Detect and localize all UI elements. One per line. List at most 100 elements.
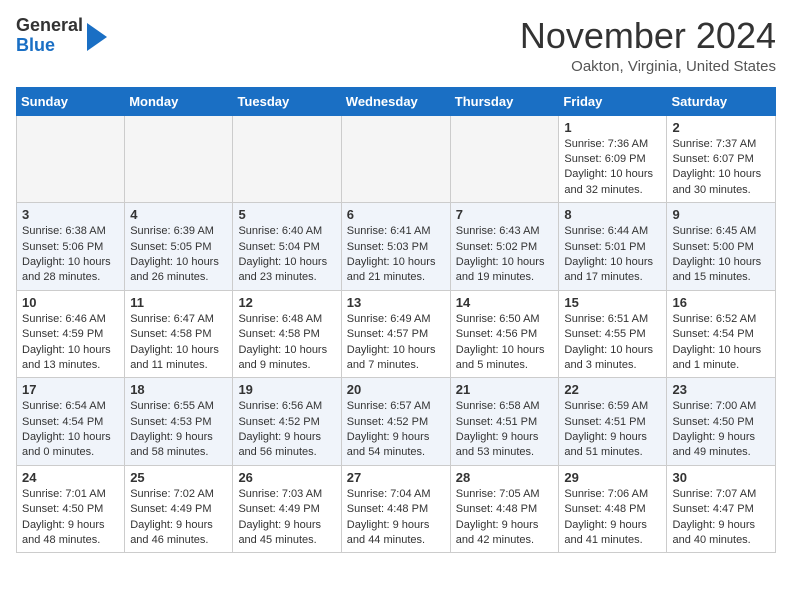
- calendar-cell: 4 Sunrise: 6:39 AM Sunset: 5:05 PM Daylig…: [125, 203, 233, 291]
- calendar-cell: 7Sunrise: 6:43 AM Sunset: 5:02 PM Daylig…: [450, 203, 559, 291]
- location-subtitle: Oakton, Virginia, United States: [520, 58, 776, 75]
- calendar-cell: 11 Sunrise: 6:47 AM Sunset: 4:58 PM Dayli…: [125, 290, 233, 378]
- day-number: 2: [672, 120, 770, 135]
- calendar-cell: 6 Sunrise: 6:41 AM Sunset: 5:03 PM Daylig…: [341, 203, 450, 291]
- day-info: Sunrise: 6:47 AM Sunset: 4:58 PM Dayligh…: [130, 312, 227, 374]
- calendar-cell: 17 Sunrise: 6:54 AM Sunset: 4:54 PM Dayli…: [17, 378, 125, 466]
- day-info: Sunrise: 7:05 AM Sunset: 4:48 PM Dayligh…: [456, 487, 554, 549]
- calendar-cell: 24 Sunrise: 7:01 AM Sunset: 4:50 PM Dayli…: [17, 465, 125, 553]
- day-number: 24: [22, 470, 119, 485]
- day-info: Sunrise: 7:06 AM Sunset: 4:48 PM Dayligh…: [564, 487, 661, 549]
- day-info: Sunrise: 6:39 AM Sunset: 5:05 PM Dayligh…: [130, 224, 227, 286]
- calendar-cell: 23 Sunrise: 7:00 AM Sunset: 4:50 PM Dayli…: [667, 378, 776, 466]
- day-number: 22: [564, 382, 661, 397]
- day-number: 15: [564, 295, 661, 310]
- day-number: 27: [347, 470, 445, 485]
- calendar-cell: [125, 115, 233, 203]
- calendar-cell: 9Sunrise: 6:45 AM Sunset: 5:00 PM Daylig…: [667, 203, 776, 291]
- calendar-cell: 19 Sunrise: 6:56 AM Sunset: 4:52 PM Dayli…: [233, 378, 341, 466]
- day-info: Sunrise: 7:01 AM Sunset: 4:50 PM Dayligh…: [22, 487, 119, 549]
- day-number: 28: [456, 470, 554, 485]
- calendar-cell: 28 Sunrise: 7:05 AM Sunset: 4:48 PM Dayli…: [450, 465, 559, 553]
- logo-arrow-icon: [87, 23, 107, 51]
- calendar-cell: [233, 115, 341, 203]
- calendar-cell: 3Sunrise: 6:38 AM Sunset: 5:06 PM Daylig…: [17, 203, 125, 291]
- logo: General Blue: [16, 16, 107, 56]
- calendar-cell: 27 Sunrise: 7:04 AM Sunset: 4:48 PM Dayli…: [341, 465, 450, 553]
- calendar-cell: 30Sunrise: 7:07 AM Sunset: 4:47 PM Dayli…: [667, 465, 776, 553]
- day-info: Sunrise: 6:38 AM Sunset: 5:06 PM Dayligh…: [22, 224, 119, 286]
- day-info: Sunrise: 7:02 AM Sunset: 4:49 PM Dayligh…: [130, 487, 227, 549]
- calendar-cell: 26 Sunrise: 7:03 AM Sunset: 4:49 PM Dayli…: [233, 465, 341, 553]
- month-title: November 2024: [520, 16, 776, 56]
- weekday-header-thursday: Thursday: [450, 87, 559, 115]
- day-info: Sunrise: 7:04 AM Sunset: 4:48 PM Dayligh…: [347, 487, 445, 549]
- day-info: Sunrise: 6:50 AM Sunset: 4:56 PM Dayligh…: [456, 312, 554, 374]
- day-number: 11: [130, 295, 227, 310]
- calendar-cell: 20Sunrise: 6:57 AM Sunset: 4:52 PM Dayli…: [341, 378, 450, 466]
- day-info: Sunrise: 7:03 AM Sunset: 4:49 PM Dayligh…: [238, 487, 335, 549]
- day-number: 30: [672, 470, 770, 485]
- day-info: Sunrise: 6:54 AM Sunset: 4:54 PM Dayligh…: [22, 399, 119, 461]
- day-info: Sunrise: 7:37 AM Sunset: 6:07 PM Dayligh…: [672, 137, 770, 199]
- day-info: Sunrise: 6:51 AM Sunset: 4:55 PM Dayligh…: [564, 312, 661, 374]
- day-info: Sunrise: 6:58 AM Sunset: 4:51 PM Dayligh…: [456, 399, 554, 461]
- weekday-header-row: SundayMondayTuesdayWednesdayThursdayFrid…: [17, 87, 776, 115]
- calendar-week-row: 3Sunrise: 6:38 AM Sunset: 5:06 PM Daylig…: [17, 203, 776, 291]
- day-number: 8: [564, 207, 661, 222]
- day-info: Sunrise: 6:48 AM Sunset: 4:58 PM Dayligh…: [238, 312, 335, 374]
- calendar-cell: 14 Sunrise: 6:50 AM Sunset: 4:56 PM Dayli…: [450, 290, 559, 378]
- day-number: 17: [22, 382, 119, 397]
- day-number: 14: [456, 295, 554, 310]
- calendar-cell: 22Sunrise: 6:59 AM Sunset: 4:51 PM Dayli…: [559, 378, 667, 466]
- calendar-cell: 13Sunrise: 6:49 AM Sunset: 4:57 PM Dayli…: [341, 290, 450, 378]
- calendar-week-row: 10Sunrise: 6:46 AM Sunset: 4:59 PM Dayli…: [17, 290, 776, 378]
- weekday-header-tuesday: Tuesday: [233, 87, 341, 115]
- title-block: November 2024 Oakton, Virginia, United S…: [520, 16, 776, 75]
- calendar-cell: 18Sunrise: 6:55 AM Sunset: 4:53 PM Dayli…: [125, 378, 233, 466]
- day-number: 9: [672, 207, 770, 222]
- day-number: 23: [672, 382, 770, 397]
- calendar-table: SundayMondayTuesdayWednesdayThursdayFrid…: [16, 87, 776, 554]
- weekday-header-monday: Monday: [125, 87, 233, 115]
- day-number: 1: [564, 120, 661, 135]
- day-number: 29: [564, 470, 661, 485]
- day-info: Sunrise: 6:44 AM Sunset: 5:01 PM Dayligh…: [564, 224, 661, 286]
- day-number: 6: [347, 207, 445, 222]
- day-info: Sunrise: 7:00 AM Sunset: 4:50 PM Dayligh…: [672, 399, 770, 461]
- calendar-cell: 29 Sunrise: 7:06 AM Sunset: 4:48 PM Dayli…: [559, 465, 667, 553]
- calendar-cell: 2 Sunrise: 7:37 AM Sunset: 6:07 PM Daylig…: [667, 115, 776, 203]
- weekday-header-friday: Friday: [559, 87, 667, 115]
- calendar-cell: 15 Sunrise: 6:51 AM Sunset: 4:55 PM Dayli…: [559, 290, 667, 378]
- calendar-cell: [450, 115, 559, 203]
- day-number: 19: [238, 382, 335, 397]
- calendar-cell: 25 Sunrise: 7:02 AM Sunset: 4:49 PM Dayli…: [125, 465, 233, 553]
- page-header: General Blue November 2024 Oakton, Virgi…: [16, 16, 776, 75]
- calendar-week-row: 1 Sunrise: 7:36 AM Sunset: 6:09 PM Daylig…: [17, 115, 776, 203]
- logo-blue: Blue: [16, 35, 55, 55]
- calendar-cell: [17, 115, 125, 203]
- weekday-header-saturday: Saturday: [667, 87, 776, 115]
- calendar-cell: 5Sunrise: 6:40 AM Sunset: 5:04 PM Daylig…: [233, 203, 341, 291]
- day-info: Sunrise: 6:43 AM Sunset: 5:02 PM Dayligh…: [456, 224, 554, 286]
- calendar-cell: 8 Sunrise: 6:44 AM Sunset: 5:01 PM Daylig…: [559, 203, 667, 291]
- day-number: 26: [238, 470, 335, 485]
- day-number: 25: [130, 470, 227, 485]
- calendar-cell: [341, 115, 450, 203]
- calendar-week-row: 24 Sunrise: 7:01 AM Sunset: 4:50 PM Dayli…: [17, 465, 776, 553]
- day-info: Sunrise: 6:52 AM Sunset: 4:54 PM Dayligh…: [672, 312, 770, 374]
- weekday-header-sunday: Sunday: [17, 87, 125, 115]
- calendar-cell: 21Sunrise: 6:58 AM Sunset: 4:51 PM Dayli…: [450, 378, 559, 466]
- day-info: Sunrise: 6:41 AM Sunset: 5:03 PM Dayligh…: [347, 224, 445, 286]
- day-info: Sunrise: 6:56 AM Sunset: 4:52 PM Dayligh…: [238, 399, 335, 461]
- day-number: 4: [130, 207, 227, 222]
- day-number: 12: [238, 295, 335, 310]
- day-info: Sunrise: 7:36 AM Sunset: 6:09 PM Dayligh…: [564, 137, 661, 199]
- day-number: 5: [238, 207, 335, 222]
- day-info: Sunrise: 6:57 AM Sunset: 4:52 PM Dayligh…: [347, 399, 445, 461]
- calendar-cell: 1 Sunrise: 7:36 AM Sunset: 6:09 PM Daylig…: [559, 115, 667, 203]
- day-info: Sunrise: 6:55 AM Sunset: 4:53 PM Dayligh…: [130, 399, 227, 461]
- calendar-cell: 10Sunrise: 6:46 AM Sunset: 4:59 PM Dayli…: [17, 290, 125, 378]
- day-number: 13: [347, 295, 445, 310]
- calendar-week-row: 17 Sunrise: 6:54 AM Sunset: 4:54 PM Dayli…: [17, 378, 776, 466]
